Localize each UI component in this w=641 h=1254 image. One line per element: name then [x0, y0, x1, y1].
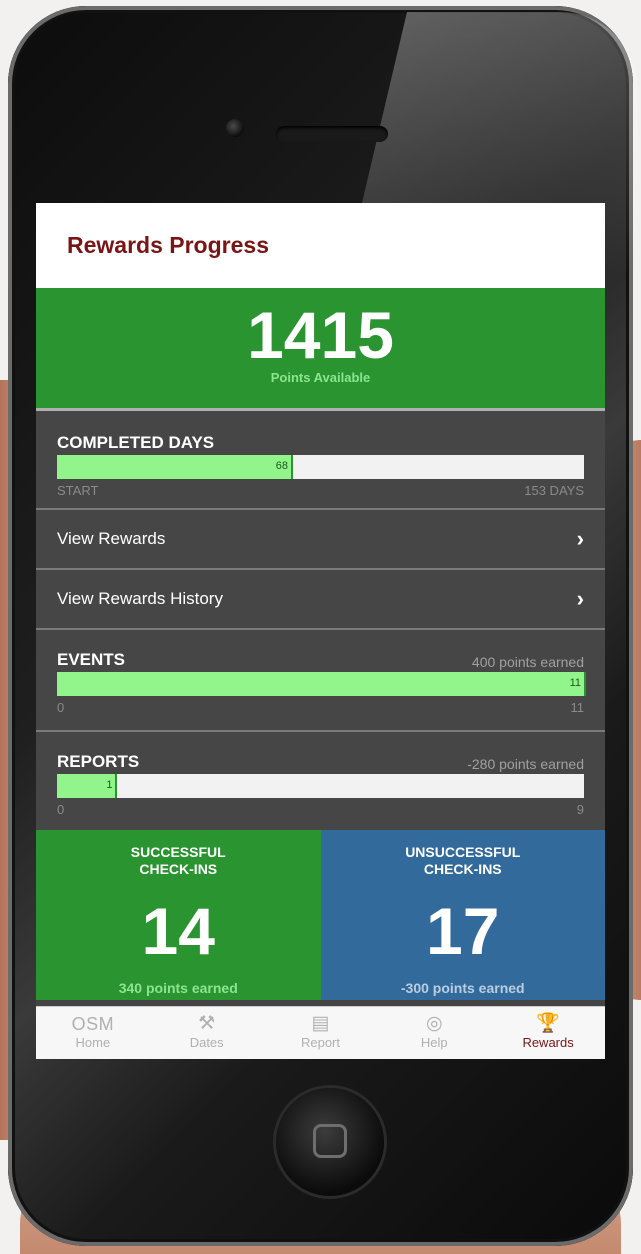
completed-days-value: 68 — [275, 460, 288, 472]
completed-days-section: COMPLETED DAYS 68 START 153 DAYS — [36, 411, 605, 510]
reports-value: 1 — [106, 779, 113, 791]
completed-days-fill: 68 — [57, 455, 293, 479]
tab-home[interactable]: OSM Home — [36, 1007, 150, 1059]
completed-days-header: COMPLETED DAYS — [57, 411, 584, 453]
tab-dates[interactable]: ⚒ Dates — [150, 1007, 264, 1059]
points-label: Points Available — [270, 370, 371, 385]
lifebuoy-icon: ◎ — [425, 1013, 443, 1034]
events-section: EVENTS 400 points earned 11 0 11 — [36, 630, 605, 732]
document-icon: ▤ — [311, 1013, 330, 1034]
events-points: 400 points earned — [471, 654, 584, 670]
events-value: 11 — [569, 677, 581, 689]
reports-min: 0 — [57, 802, 65, 817]
events-header: EVENTS 400 points earned — [57, 630, 584, 670]
reports-points: -280 points earned — [467, 756, 584, 772]
unsuccessful-check-ins: UNSUCCESSFUL CHECK-INS 17 -300 points ea… — [320, 830, 605, 1000]
events-min: 0 — [57, 700, 65, 715]
view-rewards-row[interactable]: View Rewards › — [36, 510, 605, 570]
points-banner: 1415 Points Available — [36, 288, 605, 411]
chevron-right-icon: › — [576, 586, 584, 611]
events-max: 11 — [570, 700, 585, 715]
reports-section: REPORTS -280 points earned 1 0 9 — [36, 732, 605, 830]
completed-days-end: 153 DAYS — [524, 483, 584, 498]
chevron-right-icon: › — [576, 526, 584, 551]
unsuccessful-count: 17 — [426, 894, 500, 968]
tab-rewards-label: Rewards — [522, 1035, 574, 1050]
view-rewards-label: View Rewards — [57, 529, 166, 548]
successful-title: SUCCESSFUL CHECK-INS — [130, 844, 226, 877]
home-button-icon — [313, 1124, 347, 1158]
gavel-icon: ⚒ — [198, 1013, 216, 1034]
tab-bar: OSM Home ⚒ Dates ▤ Report ◎ Help 🏆 Rewar… — [36, 1006, 605, 1059]
reports-title: REPORTS — [57, 752, 140, 771]
completed-days-bar: 68 — [57, 455, 584, 479]
speaker-grill — [276, 126, 388, 142]
events-bar: 11 — [57, 672, 586, 696]
app-header: Rewards Progress — [36, 203, 605, 288]
successful-check-ins: SUCCESSFUL CHECK-INS 14 340 points earne… — [36, 830, 321, 1000]
reports-scale: 0 9 — [57, 802, 584, 817]
reports-header: REPORTS -280 points earned — [57, 732, 584, 772]
completed-days-title: COMPLETED DAYS — [57, 433, 215, 452]
reports-bar: 1 — [57, 774, 584, 798]
view-rewards-history-row[interactable]: View Rewards History › — [36, 570, 605, 630]
tab-help[interactable]: ◎ Help — [377, 1007, 491, 1059]
successful-count: 14 — [141, 894, 215, 968]
events-fill: 11 — [57, 672, 586, 696]
points-value: 1415 — [247, 298, 394, 372]
trophy-icon: 🏆 — [536, 1013, 560, 1034]
tab-report[interactable]: ▤ Report — [264, 1007, 378, 1059]
unsuccessful-points: -300 points earned — [400, 980, 525, 996]
reports-max: 9 — [576, 802, 584, 817]
reports-fill: 1 — [57, 774, 118, 798]
tab-rewards[interactable]: 🏆 Rewards — [491, 1007, 605, 1059]
completed-days-scale: START 153 DAYS — [57, 483, 584, 498]
unsuccessful-title: UNSUCCESSFUL CHECK-INS — [405, 844, 521, 877]
check-ins-panel: SUCCESSFUL CHECK-INS 14 340 points earne… — [36, 830, 605, 1000]
tab-help-label: Help — [420, 1035, 448, 1050]
events-scale: 0 11 — [57, 700, 584, 715]
events-title: EVENTS — [57, 650, 126, 669]
view-rewards-history-label: View Rewards History — [57, 589, 223, 608]
page-title: Rewards Progress — [67, 232, 269, 258]
tab-dates-label: Dates — [189, 1035, 224, 1050]
tab-home-label: Home — [75, 1035, 111, 1050]
completed-days-start: START — [57, 483, 99, 498]
tab-report-label: Report — [300, 1035, 340, 1050]
successful-points: 340 points earned — [118, 980, 238, 996]
osm-logo-icon: OSM — [71, 1014, 115, 1034]
app-screen: Rewards Progress 1415 Points Available C… — [36, 203, 605, 1059]
camera-icon — [226, 119, 244, 137]
